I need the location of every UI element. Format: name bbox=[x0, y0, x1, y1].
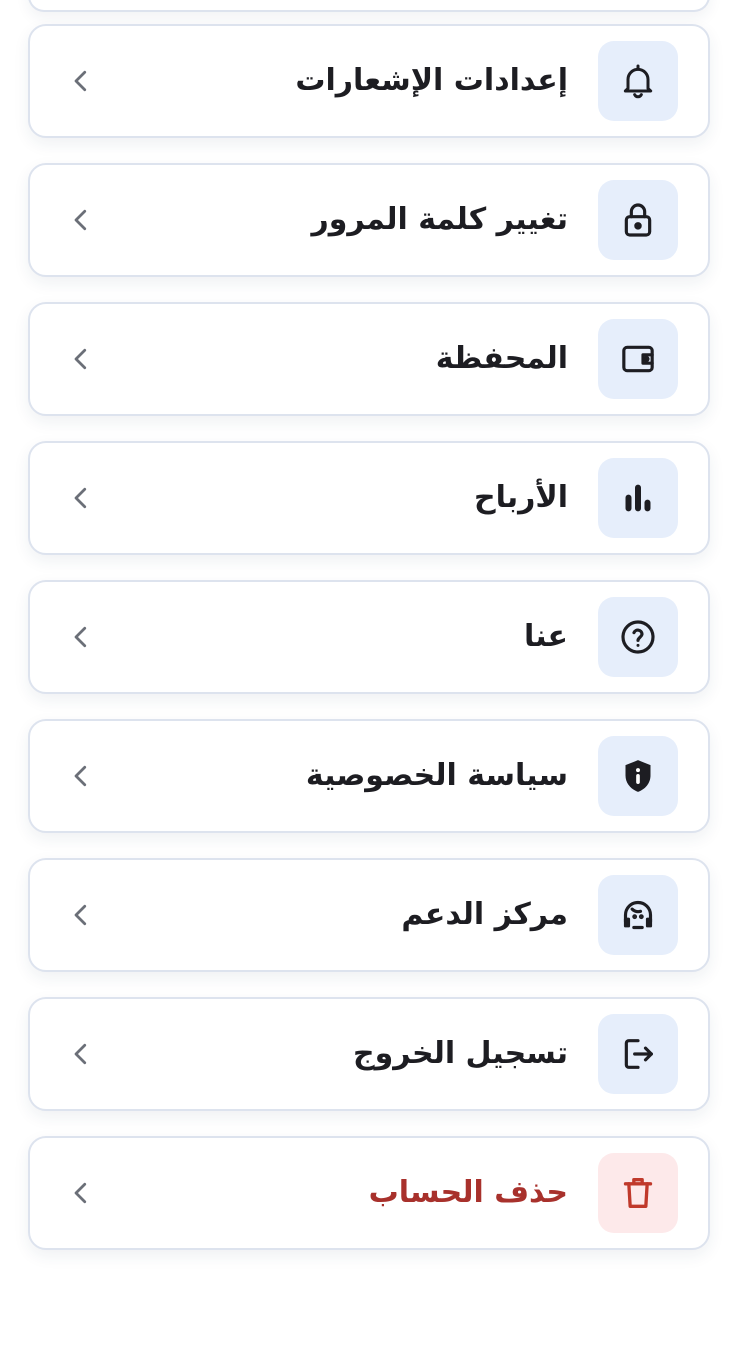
menu-item-logout[interactable]: تسجيل الخروج bbox=[28, 997, 710, 1111]
trash-icon bbox=[623, 1178, 653, 1208]
menu-item-change-password[interactable]: تغيير كلمة المرور bbox=[28, 163, 710, 277]
chevron-left-icon bbox=[66, 761, 96, 791]
wallet-icon bbox=[622, 345, 654, 373]
settings-menu: إعدادات الإشعارات تغيير كلمة المرور المح… bbox=[28, 24, 710, 1275]
headset-icon bbox=[623, 900, 653, 930]
chevron-left-icon bbox=[66, 483, 96, 513]
menu-item-wallet[interactable]: المحفظة bbox=[28, 302, 710, 416]
lock-icon bbox=[624, 203, 652, 237]
menu-item-icon-box bbox=[598, 597, 678, 677]
chevron-left-icon bbox=[66, 66, 96, 96]
menu-item-support-center[interactable]: مركز الدعم bbox=[28, 858, 710, 972]
menu-item-notification-settings[interactable]: إعدادات الإشعارات bbox=[28, 24, 710, 138]
menu-item-icon-box bbox=[598, 458, 678, 538]
chevron-left-icon bbox=[66, 900, 96, 930]
menu-item-label: الأرباح bbox=[473, 480, 568, 515]
menu-item-icon-box bbox=[598, 1153, 678, 1233]
menu-item-label: تغيير كلمة المرور bbox=[311, 202, 568, 237]
menu-item-about[interactable]: عنا bbox=[28, 580, 710, 694]
menu-item-icon-box bbox=[598, 180, 678, 260]
chevron-left-icon bbox=[66, 344, 96, 374]
shield-info-icon bbox=[625, 760, 651, 792]
chevron-left-icon bbox=[66, 1039, 96, 1069]
chevron-left-icon bbox=[66, 622, 96, 652]
question-circle-icon bbox=[621, 620, 655, 654]
menu-item-icon-box bbox=[598, 41, 678, 121]
menu-item-icon-box bbox=[598, 319, 678, 399]
menu-item-label: سياسة الخصوصية bbox=[305, 758, 568, 793]
menu-item-label: إعدادات الإشعارات bbox=[295, 63, 568, 98]
chevron-left-icon bbox=[66, 205, 96, 235]
menu-item-earnings[interactable]: الأرباح bbox=[28, 441, 710, 555]
menu-item-label: المحفظة bbox=[435, 341, 568, 376]
previous-card-edge bbox=[28, 0, 710, 12]
menu-item-delete-account[interactable]: حذف الحساب bbox=[28, 1136, 710, 1250]
menu-item-icon-box bbox=[598, 736, 678, 816]
bar-chart-icon bbox=[625, 484, 651, 512]
bell-icon bbox=[623, 64, 653, 99]
logout-icon bbox=[624, 1039, 653, 1069]
menu-item-label: تسجيل الخروج bbox=[353, 1036, 568, 1071]
menu-item-icon-box bbox=[598, 1014, 678, 1094]
menu-item-privacy-policy[interactable]: سياسة الخصوصية bbox=[28, 719, 710, 833]
menu-item-label: حذف الحساب bbox=[368, 1175, 568, 1210]
chevron-left-icon bbox=[66, 1178, 96, 1208]
menu-item-label: عنا bbox=[523, 619, 568, 654]
menu-item-icon-box bbox=[598, 875, 678, 955]
menu-item-label: مركز الدعم bbox=[401, 897, 568, 932]
